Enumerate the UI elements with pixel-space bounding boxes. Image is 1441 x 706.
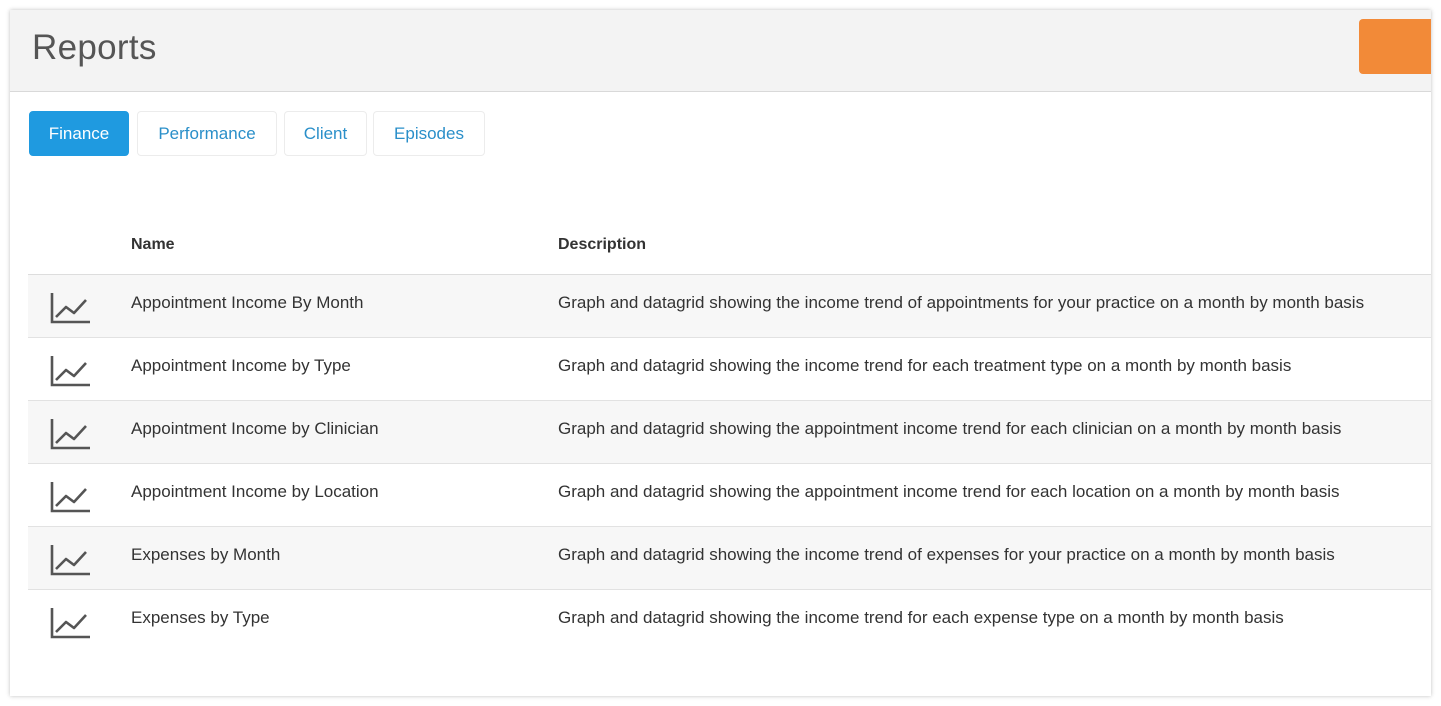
line-chart-icon	[50, 545, 90, 576]
report-name[interactable]: Appointment Income by Type	[131, 356, 351, 376]
report-description: Graph and datagrid showing the income tr…	[558, 608, 1284, 627]
tab-client[interactable]: Client	[284, 111, 367, 156]
table-row[interactable]: Appointment Income by Type Graph and dat…	[28, 338, 1431, 401]
table-row[interactable]: Appointment Income by Location Graph and…	[28, 464, 1431, 527]
reports-panel: Reports Finance Performance Client Episo…	[10, 10, 1431, 696]
tab-finance[interactable]: Finance	[29, 111, 129, 156]
column-header-name: Name	[131, 236, 175, 253]
report-name[interactable]: Expenses by Month	[131, 545, 280, 565]
tab-episodes[interactable]: Episodes	[373, 111, 485, 156]
report-name[interactable]: Appointment Income by Clinician	[131, 419, 379, 439]
report-name[interactable]: Appointment Income By Month	[131, 293, 363, 313]
report-name[interactable]: Expenses by Type	[131, 608, 270, 628]
table-body: Appointment Income By Month Graph and da…	[28, 275, 1431, 652]
table-row[interactable]: Expenses by Month Graph and datagrid sho…	[28, 527, 1431, 590]
line-chart-icon	[50, 608, 90, 639]
page-header: Reports	[10, 10, 1431, 92]
line-chart-icon	[50, 482, 90, 513]
table-row[interactable]: Appointment Income by Clinician Graph an…	[28, 401, 1431, 464]
reports-table: Name Description Appointment Income By M…	[28, 232, 1431, 652]
line-chart-icon	[50, 419, 90, 450]
page-title: Reports	[32, 28, 157, 67]
table-header: Name Description	[28, 232, 1431, 275]
line-chart-icon	[50, 293, 90, 324]
header-action-button[interactable]	[1359, 19, 1431, 74]
report-description: Graph and datagrid showing the appointme…	[558, 482, 1340, 501]
line-chart-icon	[50, 356, 90, 387]
report-name[interactable]: Appointment Income by Location	[131, 482, 379, 502]
column-header-description: Description	[558, 236, 647, 253]
report-description: Graph and datagrid showing the income tr…	[558, 545, 1335, 564]
tab-performance[interactable]: Performance	[137, 111, 277, 156]
report-description: Graph and datagrid showing the income tr…	[558, 356, 1292, 375]
table-row[interactable]: Expenses by Type Graph and datagrid show…	[28, 590, 1431, 652]
report-description: Graph and datagrid showing the appointme…	[558, 419, 1342, 438]
report-description: Graph and datagrid showing the income tr…	[558, 293, 1365, 312]
table-row[interactable]: Appointment Income By Month Graph and da…	[28, 275, 1431, 338]
